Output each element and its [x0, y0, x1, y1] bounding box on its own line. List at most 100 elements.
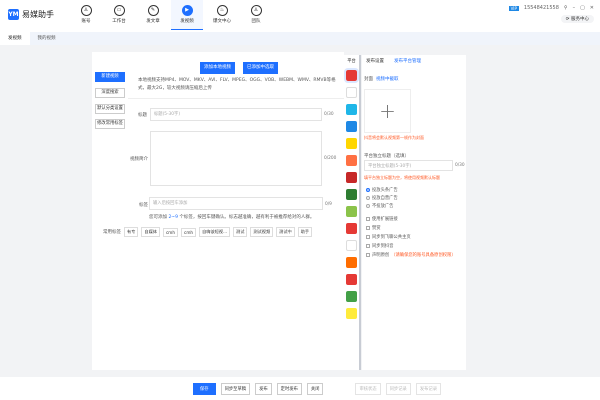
tag-hint: 您可添加 2~9 个标签，按回车键确认。标志越准确，越有利于被推荐给对的人群。	[149, 215, 315, 220]
minimize-icon[interactable]: –	[573, 5, 576, 11]
option-checkbox[interactable]: 同步到抖音	[366, 243, 393, 249]
tag-count: 0/9	[325, 202, 332, 207]
cover-upload-plus-icon[interactable]: +	[364, 89, 411, 133]
common-tag[interactable]: cmh	[162, 227, 179, 237]
close-icon[interactable]: ✕	[590, 5, 594, 11]
nav-article[interactable]: ✎ 发文章	[137, 0, 169, 30]
platform-title-input[interactable]: 平台独立标题(5-30字)	[364, 160, 453, 171]
platform-icon[interactable]	[346, 104, 357, 115]
common-tag[interactable]: 助手	[297, 227, 313, 237]
platform-column: 平台	[344, 55, 361, 370]
checkbox-icon[interactable]	[366, 235, 370, 239]
option-checkbox[interactable]: 声明原创 （请确保您的账号具备原创权限）	[366, 252, 456, 258]
title-input[interactable]: 标题(5-30字)	[150, 108, 322, 121]
ad-radio[interactable]: 投放头条广告	[366, 187, 398, 193]
account-id[interactable]: 15548421558	[524, 5, 559, 11]
tab-platform-manage[interactable]: 发布平台管理	[394, 58, 421, 64]
common-tag[interactable]: 有专	[124, 227, 139, 237]
platform-icon[interactable]	[346, 189, 357, 200]
common-tags: 常用标签 有专 自媒体 cmh cmh 自嗨该短视... 测试 测试视频 测试中 助手	[103, 227, 313, 237]
platform-icon[interactable]	[346, 172, 357, 183]
tag-input[interactable]: 输入后按回车添加	[149, 197, 323, 210]
ad-radio[interactable]: 不投放广告	[366, 203, 393, 209]
default-category-button[interactable]: 默认分类设置	[95, 104, 125, 114]
publish-log-button[interactable]: 发布记录	[415, 382, 442, 395]
common-tag[interactable]: 自嗨该短视...	[199, 227, 230, 237]
platform-icon[interactable]	[344, 68, 359, 83]
publish-button[interactable]: 发布	[255, 382, 272, 395]
bottom-bar: 保存 同步至草稿 发布 定时发布 关闭 审核状态 同步记录 发布记录	[0, 377, 600, 400]
platform-icon[interactable]	[346, 291, 357, 302]
logo: YM 易媒助手	[8, 9, 54, 20]
option-checkbox[interactable]: 赞赏	[366, 225, 381, 231]
capture-cover-link[interactable]: 视频中截取	[376, 76, 399, 82]
title-count: 0/30	[324, 112, 334, 117]
radio-icon[interactable]	[366, 188, 370, 192]
nav-team[interactable]: ♙ 团队	[240, 0, 272, 30]
nav-video[interactable]: ▶ 发视频	[171, 0, 203, 30]
intro-count: 0/200	[324, 156, 337, 161]
upload-hint: 本地视频支持MP4、MOV、MKV、AVI、FLV、MPEG、OGG、VOB、W…	[138, 78, 336, 91]
common-tag[interactable]: cmh	[181, 227, 197, 237]
pin-icon[interactable]: ⚲	[564, 5, 568, 11]
platform-title-hint: 填平台独立标题为空，将使用视频默认标题	[364, 175, 440, 180]
option-checkbox[interactable]: 使用扩展链接	[366, 216, 398, 222]
platform-icon[interactable]	[346, 308, 357, 319]
platform-title-label: 平台独立标题（选填）	[364, 154, 409, 159]
ad-radio[interactable]: 投放自营广告	[366, 195, 398, 201]
service-center-button[interactable]: ⟳ 服务中心	[560, 15, 594, 23]
nav-hot[interactable]: ♨ 爆文中心	[206, 0, 238, 30]
save-button[interactable]: 保存	[193, 382, 216, 395]
option-checkbox[interactable]: 同步到飞聊公共主页	[366, 234, 411, 240]
deep-search-button[interactable]: 深度搜索	[95, 88, 125, 98]
schedule-publish-button[interactable]: 定时发布	[276, 382, 302, 395]
common-tag[interactable]: 测试	[233, 227, 248, 237]
radio-icon[interactable]	[366, 204, 370, 208]
sync-draft-button[interactable]: 同步至草稿	[220, 382, 251, 395]
intro-label: 视频简介	[130, 157, 148, 162]
tag-label: 标签	[139, 203, 148, 208]
user-icon: ♙	[80, 5, 92, 16]
add-local-video-button[interactable]: 添加本地视频	[200, 62, 235, 74]
platform-icon[interactable]	[346, 155, 357, 166]
platform-title-count: 0/30	[455, 163, 465, 168]
common-tag[interactable]: 自媒体	[141, 227, 160, 237]
cover-label: 封面	[364, 77, 373, 82]
nav-workbench[interactable]: ▭ 工作台	[103, 0, 135, 30]
platform-icon[interactable]	[346, 87, 357, 98]
new-video-button[interactable]: 新建视频	[95, 72, 125, 82]
common-tag[interactable]: 测试视频	[250, 227, 274, 237]
review-status-button[interactable]: 审核状态	[355, 382, 381, 395]
platform-label: 平台	[347, 59, 356, 64]
checkbox-icon[interactable]	[366, 226, 370, 230]
close-button[interactable]: 关闭	[306, 382, 324, 395]
maximize-icon[interactable]: ▢	[580, 5, 585, 11]
tab-my-videos[interactable]: 我的视频	[30, 32, 64, 45]
platform-icon[interactable]	[346, 223, 357, 234]
tab-publish-video[interactable]: 发视频	[0, 32, 30, 45]
checkbox-icon[interactable]	[366, 244, 370, 248]
vip-badge: VIP	[508, 5, 519, 11]
common-tag[interactable]: 测试中	[276, 227, 295, 237]
sync-log-button[interactable]: 同步记录	[385, 382, 411, 395]
platform-icon[interactable]	[346, 274, 357, 285]
checkbox-icon[interactable]	[366, 253, 370, 257]
cover-hint: 抖音将会默认视频第一帧作为封面	[364, 135, 424, 140]
tab-publish-settings[interactable]: 发布设置	[366, 58, 384, 64]
platform-icon[interactable]	[346, 206, 357, 217]
play-icon: ▶	[181, 5, 193, 16]
intro-textarea[interactable]	[150, 131, 322, 186]
platform-icon[interactable]	[346, 121, 357, 132]
common-tags-label: 常用标签	[103, 230, 121, 235]
platform-icon[interactable]	[346, 257, 357, 268]
app-name: 易媒助手	[22, 10, 54, 19]
platform-icon[interactable]	[346, 240, 357, 251]
logo-icon: YM	[8, 9, 19, 20]
radio-icon[interactable]	[366, 196, 370, 200]
window-controls: VIP 15548421558 ⚲ – ▢ ✕	[508, 5, 594, 11]
edit-tags-button[interactable]: 修改常用标签	[95, 119, 125, 129]
select-added-button[interactable]: 已添加中选取	[243, 62, 278, 74]
nav-account[interactable]: ♙ 账号	[70, 0, 102, 30]
checkbox-icon[interactable]	[366, 217, 370, 221]
platform-icon[interactable]	[346, 138, 357, 149]
